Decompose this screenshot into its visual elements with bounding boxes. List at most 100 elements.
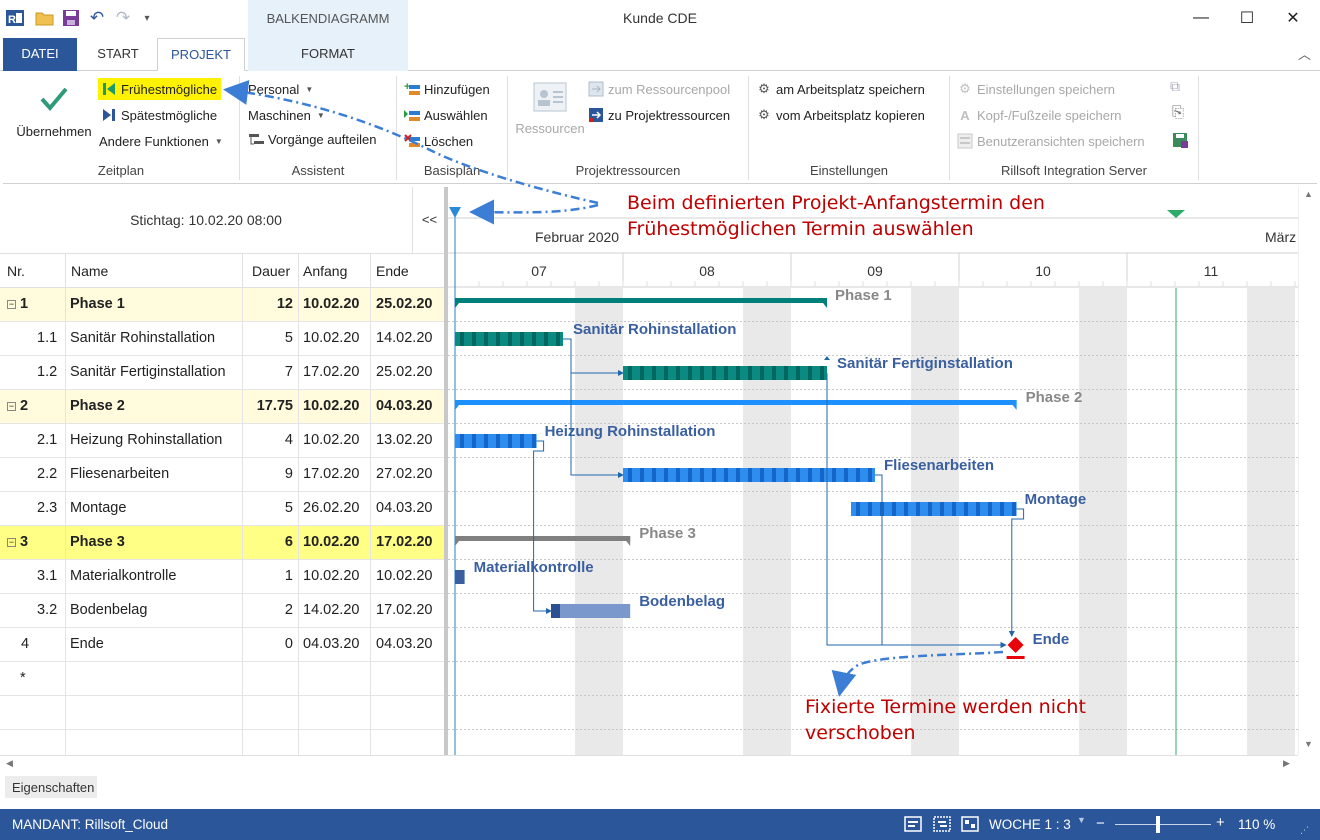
tab-format[interactable]: FORMAT: [248, 38, 408, 71]
cell-nr[interactable]: −3: [0, 526, 66, 560]
column-header-dauer[interactable]: Dauer: [243, 253, 299, 288]
cell-ende[interactable]: 04.03.20: [371, 390, 446, 424]
empty-cell[interactable]: [0, 696, 66, 730]
cell-nr[interactable]: 2.3: [0, 492, 66, 526]
basisplan-hinzufuegen-button[interactable]: + Hinzufügen: [404, 78, 490, 100]
table-row[interactable]: 2.1 Heizung Rohinstallation 4 10.02.20 13.02…: [0, 424, 446, 458]
cell-name[interactable]: Phase 2: [66, 390, 243, 424]
benutzeransichten-speichern-button[interactable]: Benutzeransichten speichern: [957, 130, 1145, 152]
cell-ende[interactable]: 17.02.20: [371, 526, 446, 560]
cell-name[interactable]: Heizung Rohinstallation: [66, 424, 243, 458]
close-button[interactable]: ✕: [1270, 0, 1316, 36]
cell-dauer[interactable]: 6: [243, 526, 299, 560]
minimize-button[interactable]: —: [1178, 0, 1224, 36]
tab-start[interactable]: START: [80, 38, 156, 71]
cell-dauer[interactable]: 4: [243, 424, 299, 458]
cell-ende[interactable]: 13.02.20: [371, 424, 446, 458]
basisplan-auswaehlen-button[interactable]: Auswählen: [404, 104, 488, 126]
table-row[interactable]: 1.1 Sanitär Rohinstallation 5 10.02.20 14.02…: [0, 322, 446, 356]
open-folder-icon[interactable]: [34, 7, 56, 29]
cell-nr[interactable]: −2: [0, 390, 66, 424]
andere-funktionen-dropdown[interactable]: Andere Funktionen ▼: [99, 130, 223, 152]
cell-ende[interactable]: 27.02.20: [371, 458, 446, 492]
resize-grip-icon[interactable]: ⋰: [1300, 825, 1309, 836]
cell-ende[interactable]: 04.03.20: [371, 628, 446, 662]
cell-nr[interactable]: 2.1: [0, 424, 66, 458]
maschinen-dropdown[interactable]: Maschinen ▼: [248, 104, 325, 126]
save-server-icon[interactable]: [1171, 131, 1189, 152]
table-row[interactable]: −1 Phase 1 12 10.02.20 25.02.20: [0, 288, 446, 322]
zoom-in-button[interactable]: +: [1216, 814, 1225, 831]
empty-cell[interactable]: [66, 696, 243, 730]
table-row[interactable]: 4 Ende 0 04.03.20 04.03.20: [0, 628, 446, 662]
maximize-button[interactable]: ☐: [1224, 0, 1270, 36]
save-icon[interactable]: [60, 7, 82, 29]
table-row[interactable]: −2 Phase 2 17.75 10.02.20 04.03.20: [0, 390, 446, 424]
cell-nr[interactable]: −1: [0, 288, 66, 322]
column-header-ende[interactable]: Ende: [371, 253, 446, 288]
cell-anfang[interactable]: 17.02.20: [299, 458, 371, 492]
cell-name[interactable]: Fliesenarbeiten: [66, 458, 243, 492]
cell-nr[interactable]: 1.1: [0, 322, 66, 356]
cell-anfang[interactable]: 10.02.20: [299, 322, 371, 356]
empty-row[interactable]: *: [0, 662, 446, 696]
cell-dauer[interactable]: 2: [243, 594, 299, 628]
cell-dauer[interactable]: 0: [243, 628, 299, 662]
redo-icon[interactable]: ↷: [112, 7, 134, 29]
apply-button[interactable]: Übernehmen: [12, 82, 96, 139]
collapse-ribbon-icon[interactable]: ︿: [1298, 44, 1311, 63]
table-row[interactable]: −3 Phase 3 6 10.02.20 17.02.20: [0, 526, 446, 560]
horizontal-scrollbar[interactable]: ◀ ▶: [0, 755, 1298, 773]
table-row[interactable]: 3.2 Bodenbelag 2 14.02.20 17.02.20: [0, 594, 446, 628]
cell-dauer[interactable]: 1: [243, 560, 299, 594]
paperclip-icon[interactable]: ⎘: [1172, 104, 1192, 124]
collapse-toggle-icon[interactable]: −: [7, 401, 16, 411]
table-row[interactable]: 2.2 Fliesenarbeiten 9 17.02.20 27.02.20: [0, 458, 446, 492]
customize-dropdown-icon[interactable]: ▾: [136, 7, 158, 29]
scroll-left-icon[interactable]: ◀: [6, 758, 13, 769]
cell-nr[interactable]: 3.2: [0, 594, 66, 628]
collapse-toggle-icon[interactable]: −: [7, 299, 16, 309]
cell-nr[interactable]: 3.1: [0, 560, 66, 594]
scroll-down-icon[interactable]: ▼: [1304, 739, 1313, 749]
table-row[interactable]: 3.1 Materialkontrolle 1 10.02.20 10.02.20: [0, 560, 446, 594]
cell-name[interactable]: Phase 3: [66, 526, 243, 560]
cell-dauer[interactable]: 5: [243, 322, 299, 356]
empty-cell[interactable]: [299, 662, 371, 696]
cell-anfang[interactable]: 10.02.20: [299, 288, 371, 322]
cell-ende[interactable]: 10.02.20: [371, 560, 446, 594]
empty-cell[interactable]: *: [0, 662, 66, 696]
collapse-grid-button[interactable]: <<: [412, 187, 446, 253]
cell-anfang[interactable]: 10.02.20: [299, 560, 371, 594]
scroll-right-icon[interactable]: ▶: [1283, 758, 1290, 769]
vom-arbeitsplatz-kopieren-button[interactable]: ⚙ vom Arbeitsplatz kopieren: [756, 104, 925, 126]
cell-dauer[interactable]: 17.75: [243, 390, 299, 424]
view-network-icon[interactable]: [960, 814, 980, 837]
collapse-toggle-icon[interactable]: −: [7, 537, 16, 547]
cell-anfang[interactable]: 10.02.20: [299, 424, 371, 458]
rillsoft-app-icon[interactable]: R: [4, 7, 26, 29]
undo-icon[interactable]: ↶: [86, 7, 108, 29]
cell-name[interactable]: Montage: [66, 492, 243, 526]
empty-cell[interactable]: [371, 696, 446, 730]
kopf-fusszeile-speichern-button[interactable]: A Kopf-/Fußzeile speichern: [957, 104, 1121, 126]
basisplan-loeschen-button[interactable]: Löschen: [404, 130, 473, 152]
woche-label[interactable]: WOCHE 1 : 3: [989, 817, 1071, 832]
column-header-nr[interactable]: Nr.: [0, 253, 66, 288]
cell-dauer[interactable]: 5: [243, 492, 299, 526]
column-header-anfang[interactable]: Anfang: [299, 253, 371, 288]
cell-name[interactable]: Bodenbelag: [66, 594, 243, 628]
cell-anfang[interactable]: 17.02.20: [299, 356, 371, 390]
personal-dropdown[interactable]: Personal ▼: [248, 78, 313, 100]
cell-ende[interactable]: 25.02.20: [371, 356, 446, 390]
zu-projektressourcen-button[interactable]: zu Projektressourcen: [588, 104, 730, 126]
cell-nr[interactable]: 1.2: [0, 356, 66, 390]
fruehestmoegliche-button[interactable]: Frühestmögliche: [98, 78, 222, 100]
cell-ende[interactable]: 25.02.20: [371, 288, 446, 322]
zum-ressourcenpool-button[interactable]: zum Ressourcenpool: [588, 78, 730, 100]
vertical-scrollbar[interactable]: ▲ ▼: [1298, 187, 1320, 755]
cell-anfang[interactable]: 10.02.20: [299, 526, 371, 560]
scroll-up-icon[interactable]: ▲: [1304, 189, 1313, 199]
column-header-name[interactable]: Name: [66, 253, 243, 288]
empty-cell[interactable]: [371, 662, 446, 696]
